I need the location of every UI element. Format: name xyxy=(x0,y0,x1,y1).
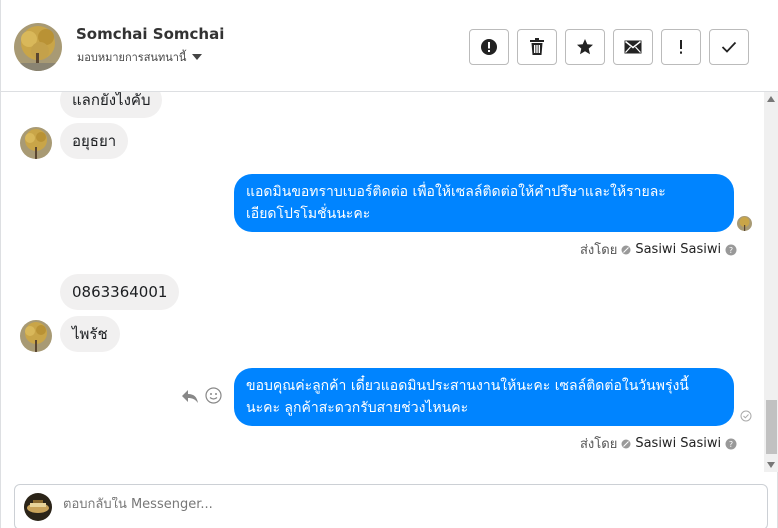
contact-avatar-small[interactable] xyxy=(20,127,52,159)
help-icon[interactable]: ? xyxy=(725,244,737,256)
reply-composer xyxy=(14,484,768,528)
svg-text:?: ? xyxy=(729,440,733,449)
sent-by-label: ส่งโดย xyxy=(580,437,618,452)
mark-spam-button[interactable] xyxy=(469,29,509,65)
incoming-message[interactable]: แลกยังไงคับ xyxy=(60,92,163,118)
alert-circle-icon xyxy=(481,39,497,55)
message-text: แลกยังไงคับ xyxy=(72,92,151,109)
checkmark-icon xyxy=(721,41,737,53)
scroll-up-arrow-icon[interactable] xyxy=(767,96,775,102)
message-text: อยุธยา xyxy=(72,132,117,150)
sent-by-info: ส่งโดย Sasiwi Sasiwi ? xyxy=(580,433,737,454)
outgoing-message[interactable]: แอดมินขอทราบเบอร์ติดต่อ เพื่อให้เซลล์ติด… xyxy=(234,174,734,232)
follow-up-button[interactable] xyxy=(661,29,701,65)
sender-name[interactable]: Sasiwi Sasiwi xyxy=(635,436,721,451)
message-text: 0863364001 xyxy=(72,283,168,301)
reply-input[interactable] xyxy=(63,497,743,512)
sent-circle-icon xyxy=(621,245,631,254)
contact-avatar[interactable] xyxy=(14,23,62,71)
sender-name[interactable]: Sasiwi Sasiwi xyxy=(635,242,721,257)
star-button[interactable] xyxy=(565,29,605,65)
message-text: ไพรัช xyxy=(72,325,108,343)
mark-unread-button[interactable] xyxy=(613,29,653,65)
incoming-message[interactable]: ไพรัช xyxy=(60,316,120,352)
header-actions xyxy=(469,29,749,65)
exclamation-icon xyxy=(680,40,682,54)
message-text-line: ขอบคุณค่ะลูกค้า เดี๋ยวแอดมินประสานงานให้… xyxy=(246,378,689,394)
message-scrollbar[interactable] xyxy=(764,92,778,472)
mark-done-button[interactable] xyxy=(709,29,749,65)
incoming-message[interactable]: 0863364001 xyxy=(60,274,180,310)
message-action-tools xyxy=(181,387,222,404)
seen-avatar xyxy=(737,216,752,231)
incoming-message[interactable]: อยุธยา xyxy=(60,123,129,159)
envelope-icon xyxy=(624,40,642,54)
page-avatar xyxy=(24,493,52,521)
message-text-line: แอดมินขอทราบเบอร์ติดต่อ เพื่อให้เซลล์ติด… xyxy=(246,184,666,200)
conversation-panel: Somchai Somchai มอบหมายการสนทนานี้ แลกยั… xyxy=(0,0,778,528)
conversation-header: Somchai Somchai มอบหมายการสนทนานี้ xyxy=(1,0,778,92)
assign-label: มอบหมายการสนทนานี้ xyxy=(77,51,187,64)
scroll-down-arrow-icon[interactable] xyxy=(767,462,775,468)
message-thread: แลกยังไงคับ อยุธยา แอดมินขอทราบเบอร์ติดต… xyxy=(1,92,778,472)
message-text-line: เอียดโปรโมชั่นนะคะ xyxy=(246,206,371,222)
star-icon xyxy=(577,39,593,55)
delete-button[interactable] xyxy=(517,29,557,65)
caret-down-icon xyxy=(192,54,203,60)
contact-avatar-small[interactable] xyxy=(20,320,52,352)
scroll-thumb[interactable] xyxy=(766,400,777,454)
contact-name: Somchai Somchai xyxy=(76,25,225,43)
trash-icon xyxy=(530,38,544,55)
svg-text:?: ? xyxy=(729,246,733,255)
sent-check-icon xyxy=(740,410,752,422)
outgoing-message[interactable]: ขอบคุณค่ะลูกค้า เดี๋ยวแอดมินประสานงานให้… xyxy=(234,368,734,426)
help-icon[interactable]: ? xyxy=(725,438,737,450)
sent-by-label: ส่งโดย xyxy=(580,243,618,258)
assign-conversation-dropdown[interactable]: มอบหมายการสนทนานี้ xyxy=(77,48,203,66)
sent-by-info: ส่งโดย Sasiwi Sasiwi ? xyxy=(580,239,737,260)
smiley-icon[interactable] xyxy=(205,387,222,404)
message-text-line: นะคะ ลูกค้าสะดวกรับสายช่วงไหนคะ xyxy=(246,400,469,416)
reply-arrow-icon[interactable] xyxy=(181,388,199,404)
sent-circle-icon xyxy=(621,439,631,448)
